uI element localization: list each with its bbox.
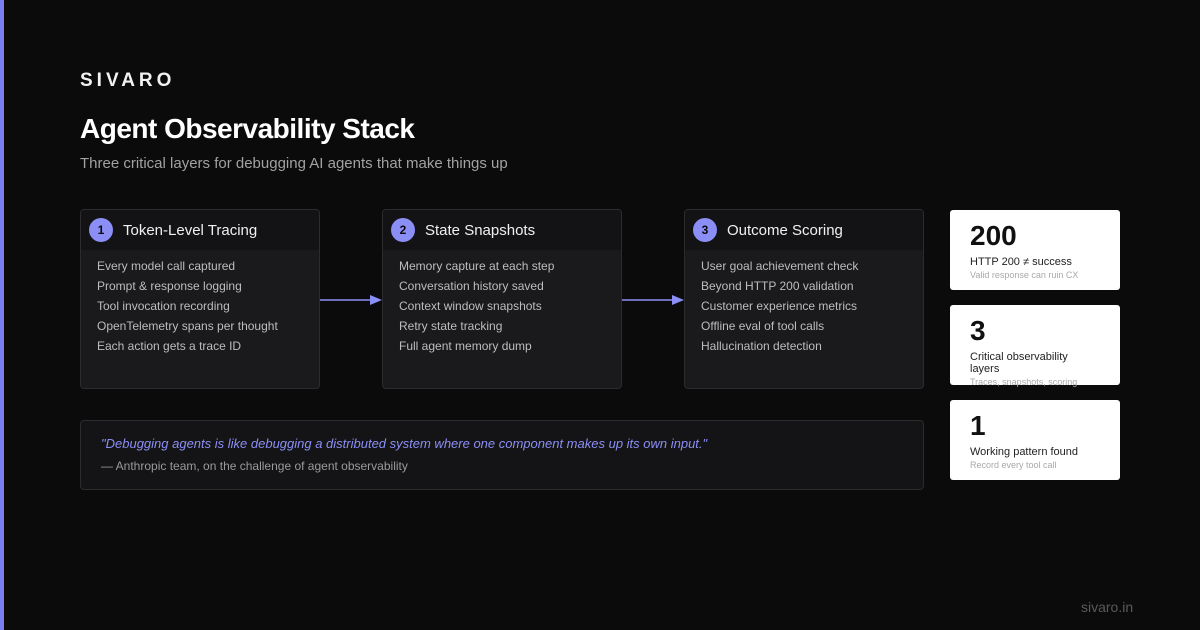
layer-feature-item: Context window snapshots <box>399 299 542 313</box>
brand-logo: SIVARO <box>80 70 176 91</box>
stat-value: 3 <box>970 315 986 346</box>
layer-feature-item: Conversation history saved <box>399 279 544 293</box>
layer-feature-item: OpenTelemetry spans per thought <box>97 319 278 333</box>
layer-card-title: Token-Level Tracing <box>123 221 258 239</box>
layer-card-outcome-scoring: 3 Outcome Scoring User goal achievement … <box>684 209 924 389</box>
stat-value: 1 <box>970 410 986 441</box>
page-title: Agent Observability Stack <box>80 113 415 144</box>
layer-card-header: 2 State Snapshots <box>383 210 621 250</box>
layer-feature-item: Beyond HTTP 200 validation <box>701 279 854 293</box>
layer-feature-list: Memory capture at each step Conversation… <box>383 250 621 359</box>
layer-card-header: 1 Token-Level Tracing <box>81 210 319 250</box>
quote-text: "Debugging agents is like debugging a di… <box>101 436 708 451</box>
accent-bar <box>0 0 4 630</box>
layer-feature-item: Each action gets a trace ID <box>97 339 242 353</box>
stat-card-http: 200 HTTP 200 ≠ success Valid response ca… <box>950 210 1120 290</box>
layer-feature-item: Hallucination detection <box>701 339 822 353</box>
flow-arrow-icon <box>622 295 684 305</box>
layer-card-title: Outcome Scoring <box>727 221 843 239</box>
stat-label: HTTP 200 ≠ success <box>970 256 1072 268</box>
stat-subtext: Valid response can ruin CX <box>970 270 1079 280</box>
layer-card-title: State Snapshots <box>425 221 536 239</box>
stat-subtext: Traces, snapshots, scoring <box>970 377 1078 387</box>
stat-subtext: Record every tool call <box>970 460 1057 470</box>
step-number-badge: 2 <box>391 218 415 242</box>
layer-feature-item: Offline eval of tool calls <box>701 319 825 333</box>
layer-feature-item: Full agent memory dump <box>399 339 532 353</box>
flow-arrow-icon <box>320 295 382 305</box>
layer-feature-list: User goal achievement check Beyond HTTP … <box>685 250 923 359</box>
stat-label: Critical observability layers <box>970 351 1068 375</box>
layer-card-state-snapshots: 2 State Snapshots Memory capture at each… <box>382 209 622 389</box>
layer-card-header: 3 Outcome Scoring <box>685 210 923 250</box>
stat-value: 200 <box>970 220 1017 251</box>
layer-feature-item: Prompt & response logging <box>97 279 242 293</box>
quote-box: "Debugging agents is like debugging a di… <box>80 420 924 490</box>
layer-feature-item: User goal achievement check <box>701 259 859 273</box>
step-number-badge: 1 <box>89 218 113 242</box>
layer-card-token-tracing: 1 Token-Level Tracing Every model call c… <box>80 209 320 389</box>
layer-feature-item: Tool invocation recording <box>97 299 230 313</box>
stat-label: Working pattern found <box>970 446 1079 458</box>
layer-feature-item: Memory capture at each step <box>399 259 555 273</box>
quote-attribution: — Anthropic team, on the challenge of ag… <box>101 459 408 473</box>
layer-feature-item: Retry state tracking <box>399 319 503 333</box>
layer-feature-list: Every model call captured Prompt & respo… <box>81 250 319 359</box>
layer-feature-item: Customer experience metrics <box>701 299 858 313</box>
layer-feature-item: Every model call captured <box>97 259 236 273</box>
footer-url: sivaro.in <box>1081 599 1134 615</box>
stat-card-layers: 3 Critical observability layers Traces, … <box>950 305 1120 387</box>
step-number-badge: 3 <box>693 218 717 242</box>
stat-card-pattern: 1 Working pattern found Record every too… <box>950 400 1120 480</box>
page-subtitle: Three critical layers for debugging AI a… <box>80 155 508 172</box>
